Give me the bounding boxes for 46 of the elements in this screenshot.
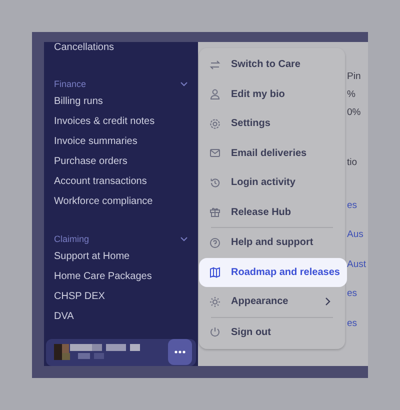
table-cell-text: Pin: [347, 70, 361, 84]
menu-item-icon: [209, 147, 221, 160]
menu-item-icon: [209, 118, 221, 130]
sidebar-item[interactable]: Support at Home: [54, 246, 130, 267]
table-link[interactable]: es: [347, 314, 358, 332]
menu-item[interactable]: Email deliveries: [199, 138, 345, 168]
section-header: Claiming: [54, 234, 90, 244]
sidebar-item[interactable]: Account transactions: [54, 172, 147, 192]
menu-item[interactable]: Switch to Care: [199, 50, 345, 80]
table-cell-text: 0%: [347, 106, 361, 120]
sidebar-item[interactable]: Invoices & credit notes: [54, 112, 155, 132]
menu-item-icon: [209, 296, 221, 308]
menu-item[interactable]: Help and support: [199, 228, 345, 258]
sidebar-item[interactable]: Workforce compliance: [54, 192, 153, 212]
menu-item-icon: [209, 58, 221, 71]
chevron-icon[interactable]: [180, 81, 188, 88]
sidebar-item[interactable]: Cancellations: [54, 42, 114, 58]
sidebar-item[interactable]: CHSP DEX: [54, 286, 105, 307]
menu-item-icon: [209, 88, 221, 100]
menu-item[interactable]: Roadmap and releases: [199, 258, 347, 287]
menu-item[interactable]: Appearance: [199, 287, 345, 316]
more-button[interactable]: [168, 339, 192, 366]
section-header: Finance: [54, 79, 86, 90]
menu-item-icon: [209, 326, 221, 338]
table-link[interactable]: es: [347, 285, 358, 303]
table-link[interactable]: Aust: [347, 256, 366, 274]
sidebar-item[interactable]: Purchase orders: [54, 152, 128, 172]
sidebar-item[interactable]: Home Care Packages: [54, 266, 152, 287]
sidebar-item[interactable]: Billing runs: [54, 92, 103, 112]
menu-item[interactable]: Login activity: [199, 168, 345, 198]
more-icon: [174, 350, 186, 354]
table-cell-text: tio: [347, 156, 358, 170]
table-link[interactable]: es: [347, 196, 358, 214]
menu-item-icon: [209, 176, 221, 189]
chevron-icon[interactable]: [180, 236, 188, 242]
table-cell-text: %: [347, 88, 356, 102]
menu-item-icon: [209, 236, 221, 249]
menu-item[interactable]: Edit my bio: [199, 80, 345, 109]
menu-item-icon: [209, 266, 221, 278]
menu-item[interactable]: Settings: [199, 109, 345, 138]
sidebar-item[interactable]: DVA: [54, 306, 74, 327]
sidebar-item[interactable]: Invoice summaries: [54, 132, 138, 152]
menu-item-icon: [209, 206, 221, 218]
menu-item[interactable]: Release Hub: [199, 198, 345, 227]
table-link[interactable]: Aus: [347, 226, 364, 244]
menu-item[interactable]: Sign out: [199, 318, 345, 347]
